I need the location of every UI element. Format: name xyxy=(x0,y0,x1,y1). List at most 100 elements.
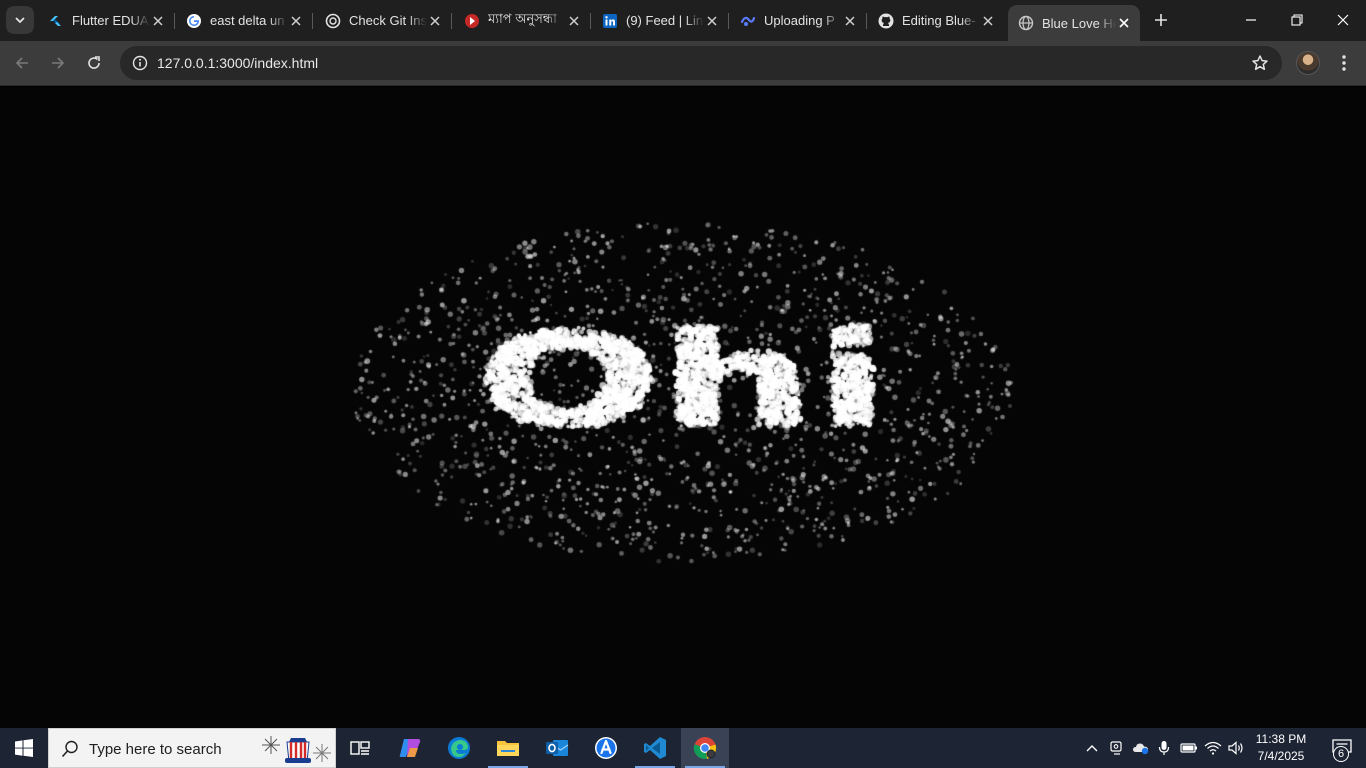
tab-search-button[interactable] xyxy=(6,6,34,34)
chrome-button[interactable] xyxy=(681,728,729,768)
tab-uploading[interactable]: Uploading P xyxy=(730,5,867,36)
close-icon[interactable] xyxy=(1116,15,1132,31)
tab-title: Blue Love He xyxy=(1042,15,1116,31)
clock-date: 7/4/2025 xyxy=(1257,749,1305,763)
tab-title: Check Git Ins xyxy=(349,13,427,28)
tray-meet-now[interactable] xyxy=(1106,728,1128,768)
vscode-button[interactable] xyxy=(631,728,679,768)
arrow-right-icon xyxy=(52,57,65,69)
tab-strip: Flutter EDUA east delta un Check Git Ins… xyxy=(0,0,1366,41)
copilot-button[interactable] xyxy=(386,728,434,768)
tab-linkedin[interactable]: (9) Feed | Lin xyxy=(592,5,729,36)
show-hidden-icons-button[interactable] xyxy=(1082,728,1102,768)
more-vertical-icon xyxy=(1342,55,1346,71)
google-icon xyxy=(186,13,202,29)
screen-share-icon xyxy=(1110,741,1122,755)
tab-github[interactable]: Editing Blue- xyxy=(868,5,1004,36)
tab-separator xyxy=(866,13,867,29)
tray-network[interactable] xyxy=(1202,728,1224,768)
address-bar[interactable]: 127.0.0.1:3000/index.html xyxy=(120,46,1282,80)
tab-map-search[interactable]: ম্যাপ অনুসন্ধা xyxy=(454,5,591,36)
github-icon xyxy=(878,13,894,29)
task-view-icon xyxy=(350,741,370,755)
tab-title: (9) Feed | Lin xyxy=(626,13,704,28)
page-viewport xyxy=(0,87,1366,728)
close-icon[interactable] xyxy=(704,13,720,29)
back-button[interactable] xyxy=(7,48,37,78)
search-icon xyxy=(61,740,78,758)
tab-flutter[interactable]: Flutter EDUA xyxy=(38,5,175,36)
taskbar-search-box[interactable]: Type here to search xyxy=(48,728,336,768)
browser-menu-button[interactable] xyxy=(1332,50,1356,76)
address-text[interactable]: 127.0.0.1:3000/index.html xyxy=(157,55,318,71)
file-explorer-button[interactable] xyxy=(484,728,532,768)
wifi-icon xyxy=(1204,741,1222,755)
windows-taskbar: Type here to search 11:38 PM 7/4/2025 6 xyxy=(0,728,1366,768)
site-info-icon[interactable] xyxy=(128,51,152,75)
chrome-icon xyxy=(693,737,717,759)
notification-count-badge: 6 xyxy=(1333,746,1349,762)
particle-text-canvas xyxy=(0,87,1366,728)
linkedin-icon xyxy=(602,13,618,29)
speaker-icon xyxy=(1228,741,1243,755)
tab-title: ম্যাপ অনুসন্ধা xyxy=(488,11,557,26)
holiday-fireworks-hat-icon xyxy=(262,736,331,763)
tab-chatgpt[interactable]: Check Git Ins xyxy=(315,5,452,36)
outlook-icon xyxy=(546,740,569,756)
close-icon[interactable] xyxy=(842,13,858,29)
clock-time: 11:38 PM xyxy=(1255,732,1307,746)
chevron-down-icon xyxy=(15,17,25,24)
tab-title: Uploading P xyxy=(764,13,835,28)
openai-icon xyxy=(325,13,341,29)
flutter-icon xyxy=(48,13,64,29)
tray-onedrive[interactable] xyxy=(1130,728,1152,768)
task-view-button[interactable] xyxy=(336,728,384,768)
close-icon[interactable] xyxy=(566,13,582,29)
globe-icon xyxy=(1018,15,1034,31)
tab-google-search[interactable]: east delta un xyxy=(176,5,313,36)
arrow-left-icon xyxy=(15,57,28,69)
reload-icon xyxy=(88,56,100,69)
windows-logo-icon xyxy=(15,739,33,757)
start-button[interactable] xyxy=(0,728,48,768)
close-icon[interactable] xyxy=(427,13,443,29)
chevron-up-icon xyxy=(1086,745,1098,752)
minimize-button[interactable] xyxy=(1228,0,1274,40)
app-store-button[interactable] xyxy=(582,728,630,768)
minimize-icon xyxy=(1246,19,1256,21)
tab-separator xyxy=(451,13,452,29)
tab-separator xyxy=(312,13,313,29)
microphone-icon xyxy=(1158,741,1170,755)
vscode-icon xyxy=(644,737,666,759)
search-placeholder: Type here to search xyxy=(89,741,222,758)
close-window-button[interactable] xyxy=(1320,0,1366,40)
outlook-button[interactable] xyxy=(533,728,581,768)
restore-button[interactable] xyxy=(1274,0,1320,40)
restore-icon xyxy=(1291,14,1303,26)
taskbar-clock[interactable]: 11:38 PM 7/4/2025 xyxy=(1248,731,1314,765)
close-icon[interactable] xyxy=(150,13,166,29)
edge-icon xyxy=(448,737,470,759)
battery-icon xyxy=(1180,743,1197,753)
profile-avatar[interactable] xyxy=(1296,51,1320,75)
tray-battery[interactable] xyxy=(1178,728,1200,768)
bookmark-star-icon[interactable] xyxy=(1250,53,1270,73)
file-explorer-icon xyxy=(497,741,519,756)
close-icon[interactable] xyxy=(288,13,304,29)
tab-separator xyxy=(728,13,729,29)
tray-volume[interactable] xyxy=(1226,728,1248,768)
tab-separator xyxy=(174,13,175,29)
edge-button[interactable] xyxy=(435,728,483,768)
plus-icon xyxy=(1155,14,1167,26)
app-store-icon xyxy=(595,737,617,759)
forward-button[interactable] xyxy=(43,48,73,78)
tab-blue-love-heart[interactable]: Blue Love He xyxy=(1008,5,1140,41)
map-app-icon xyxy=(464,13,480,29)
browser-toolbar: 127.0.0.1:3000/index.html xyxy=(0,41,1366,86)
reload-button[interactable] xyxy=(79,48,109,78)
tray-microphone[interactable] xyxy=(1154,728,1174,768)
new-tab-button[interactable] xyxy=(1148,7,1174,33)
onedrive-cloud-icon xyxy=(1133,743,1149,755)
close-icon xyxy=(1337,14,1349,26)
close-icon[interactable] xyxy=(980,13,996,29)
